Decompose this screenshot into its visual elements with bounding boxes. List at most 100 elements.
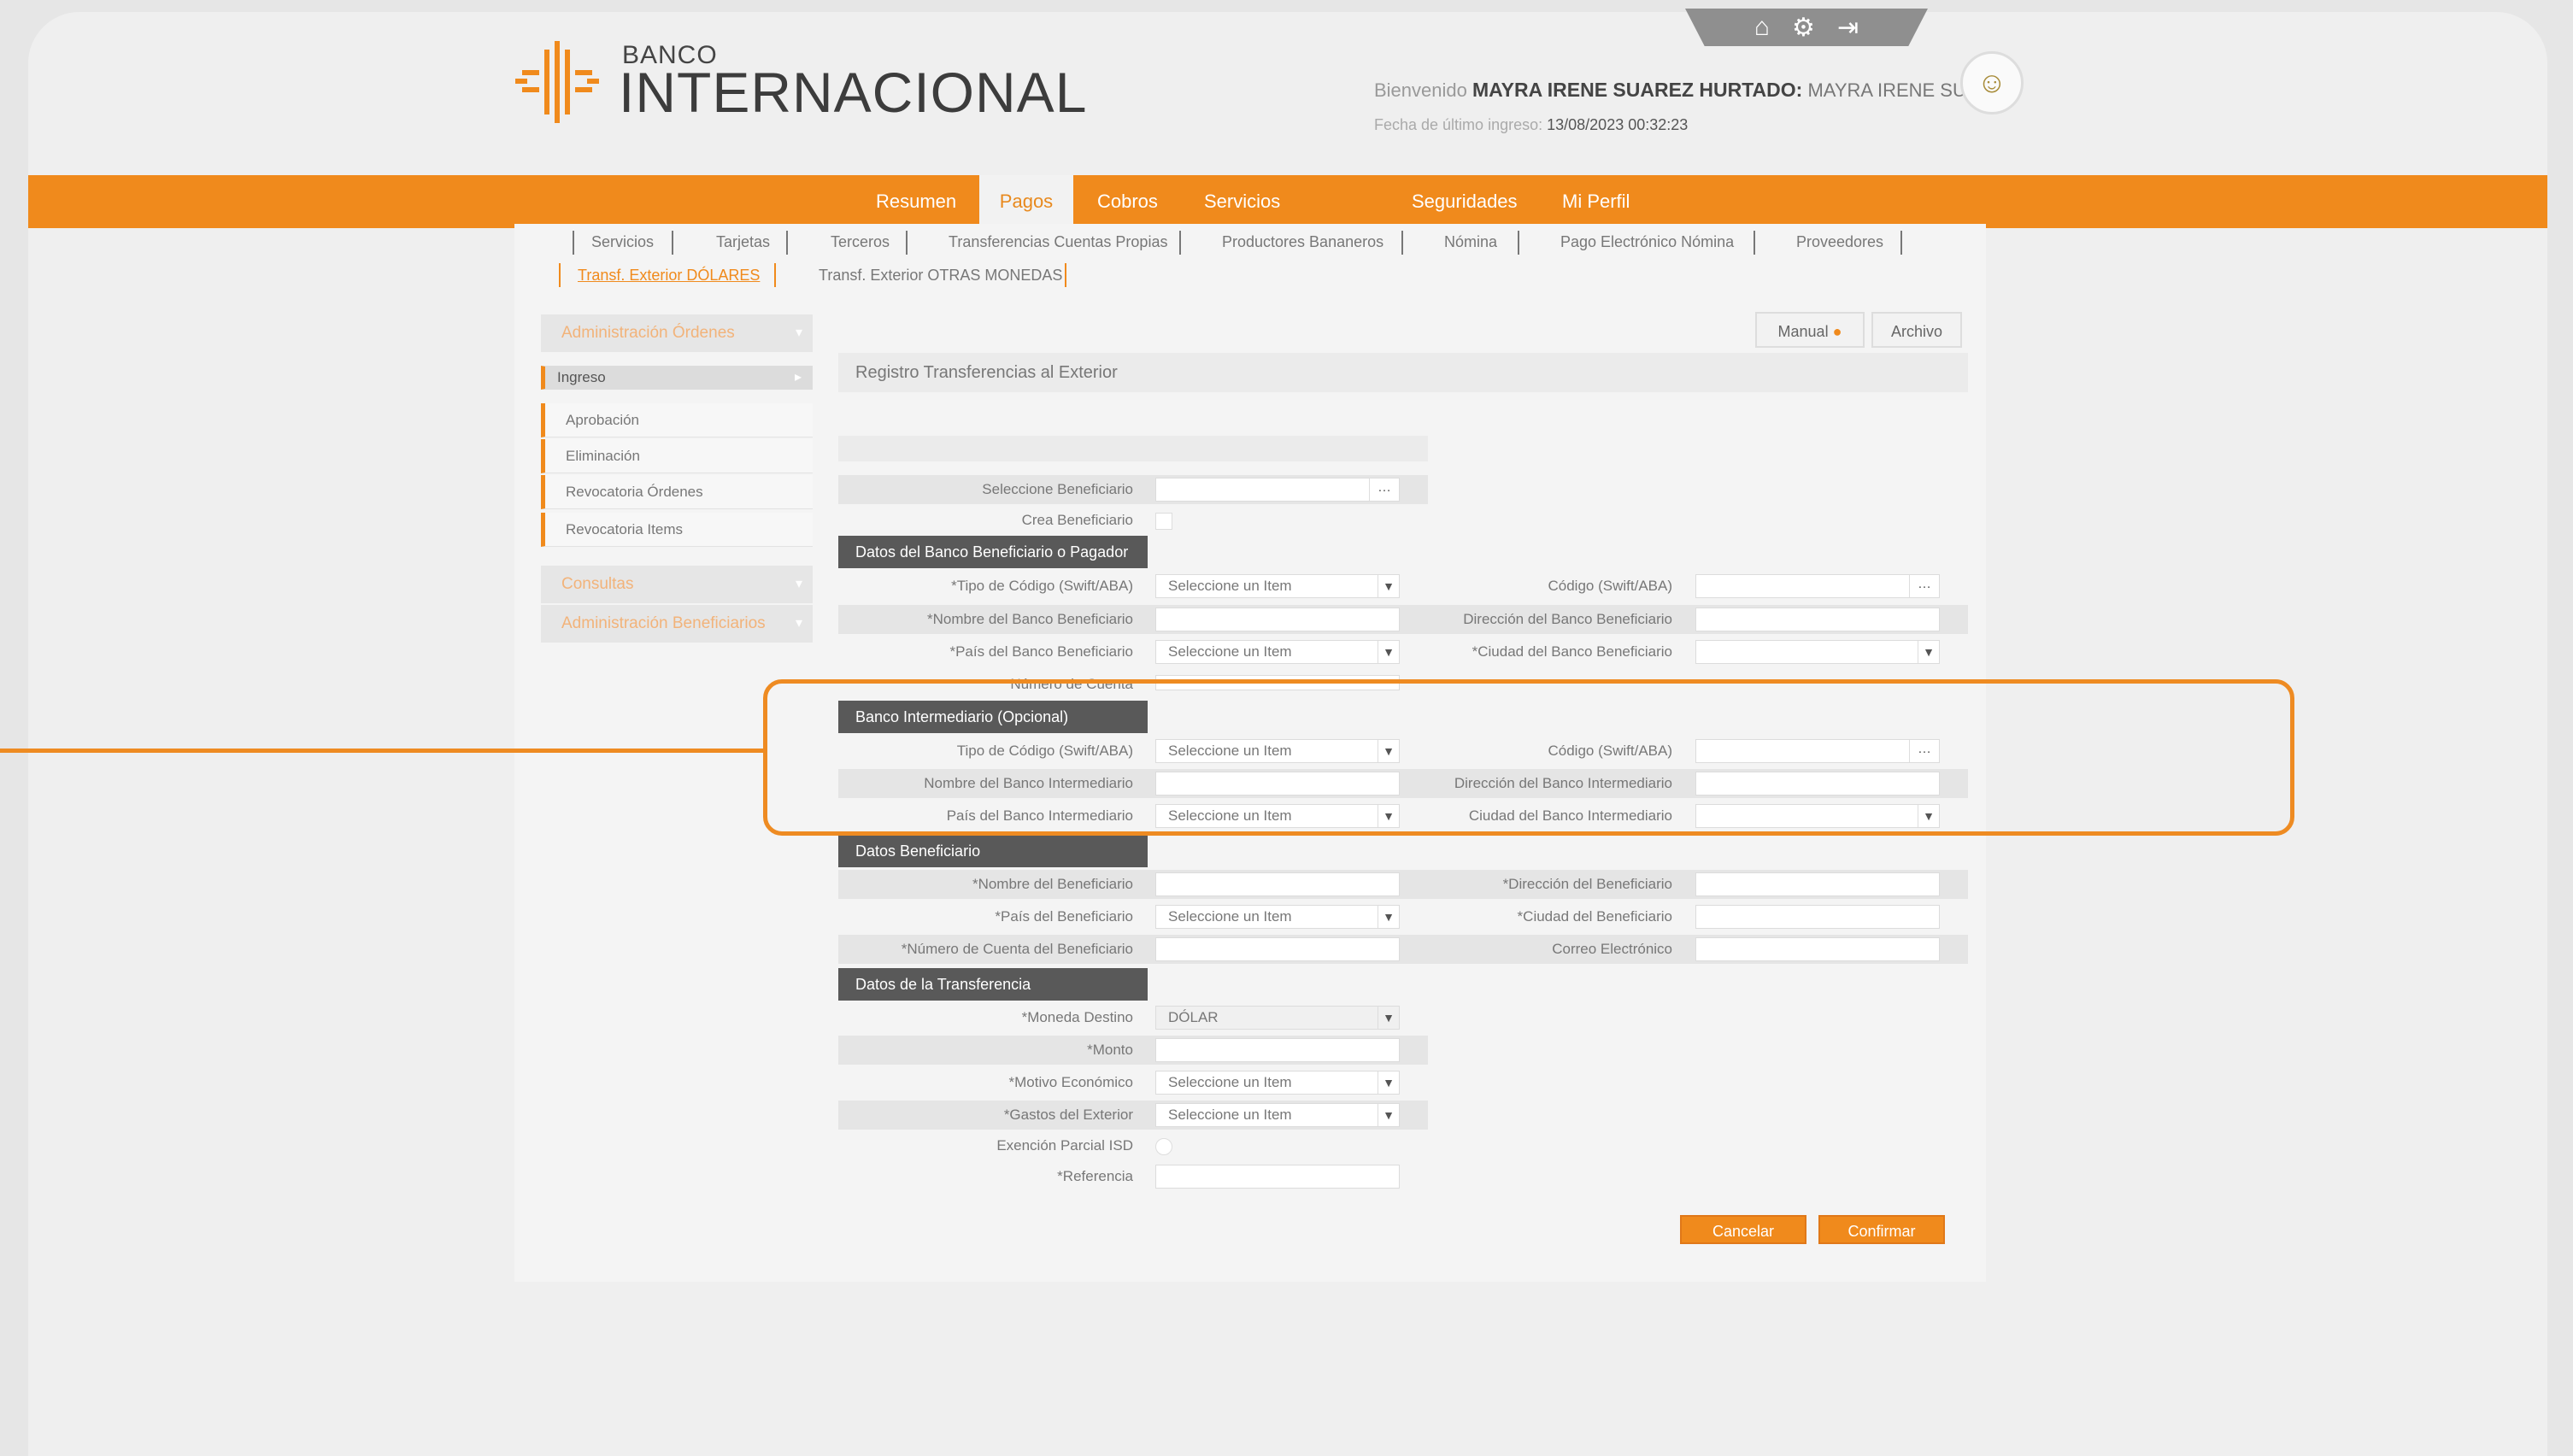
top-icon-bar: ⌂ ⚙ ⇥ [1685, 9, 1928, 46]
beneficiary-email-input[interactable] [1695, 937, 1940, 961]
archivo-button[interactable]: Archivo [1871, 312, 1962, 348]
cancel-button[interactable]: Cancelar [1680, 1215, 1806, 1244]
section-transfer-header: Datos de la Transferencia [838, 968, 1148, 1001]
isd-exemption-label: Exención Parcial ISD [996, 1137, 1133, 1154]
dropdown-arrow-icon: ▼ [1378, 575, 1399, 597]
currency-select[interactable]: DÓLAR ▼ [1155, 1006, 1400, 1030]
beneficiary-search-input[interactable]: … [1155, 478, 1400, 502]
bank-logo-icon [515, 41, 599, 123]
sidebar-item-revocatoria-items[interactable]: Revocatoria Items [541, 513, 813, 547]
dropdown-arrow-icon: ▼ [1378, 906, 1399, 928]
last-login-value: 13/08/2023 00:32:23 [1547, 116, 1689, 133]
sidebar-ingreso[interactable]: Ingreso ▸ [541, 366, 813, 390]
foreign-expenses-value: Seleccione un Item [1168, 1107, 1292, 1123]
bank-country-select[interactable]: Seleccione un Item ▼ [1155, 640, 1400, 664]
dropdown-arrow-icon: ▼ [1918, 641, 1939, 663]
foreign-expenses-label: *Gastos del Exterior [1003, 1107, 1133, 1123]
active-dot-icon: ● [1832, 323, 1842, 340]
chevron-right-icon: ▸ [794, 370, 802, 385]
logout-icon[interactable]: ⇥ [1837, 13, 1859, 43]
beneficiary-account-input[interactable] [1155, 937, 1400, 961]
ellipsis-icon[interactable]: … [1909, 575, 1939, 597]
subtab-exterior-otras[interactable]: Transf. Exterior OTRAS MONEDAS [819, 267, 1062, 285]
bank-country-value: Seleccione un Item [1168, 643, 1292, 660]
amount-input[interactable] [1155, 1038, 1400, 1062]
sidebar-consultas[interactable]: Consultas ▾ [541, 566, 813, 603]
bank-country-label: *País del Banco Beneficiario [949, 643, 1133, 660]
subtab-productores-bananeros[interactable]: Productores Bananeros [1222, 233, 1383, 251]
select-beneficiary-label: Seleccione Beneficiario [982, 481, 1133, 497]
beneficiary-city-input[interactable] [1695, 905, 1940, 929]
sidebar-item-eliminacion[interactable]: Eliminación [541, 439, 813, 473]
subtab-pago-nomina[interactable]: Pago Electrónico Nómina [1560, 233, 1734, 251]
settings-icon[interactable]: ⚙ [1792, 13, 1815, 43]
user-avatar-icon: ☺ [1977, 66, 2007, 99]
sidebar-admin-ordenes-label: Administración Órdenes [561, 324, 735, 342]
reason-select[interactable]: Seleccione un Item ▼ [1155, 1071, 1400, 1095]
sidebar-consultas-label: Consultas [561, 575, 634, 593]
bank-name-input[interactable] [1155, 608, 1400, 631]
nav-mi-perfil[interactable]: Mi Perfil [1562, 175, 1639, 228]
bank-code-type-label: *Tipo de Código (Swift/ABA) [951, 578, 1133, 594]
beneficiary-email-label: Correo Electrónico [1552, 941, 1672, 957]
subtab-tarjetas[interactable]: Tarjetas [716, 233, 770, 251]
bank-code-type-value: Seleccione un Item [1168, 578, 1292, 594]
bank-city-select[interactable]: ▼ [1695, 640, 1940, 664]
chevron-down-icon: ▾ [795, 616, 802, 631]
chevron-down-icon: ▾ [795, 577, 802, 591]
beneficiary-country-label: *País del Beneficiario [995, 908, 1133, 925]
bank-code-type-select[interactable]: Seleccione un Item ▼ [1155, 574, 1400, 598]
dropdown-arrow-icon: ▼ [1378, 1071, 1399, 1094]
sidebar-item-revocatoria-ordenes[interactable]: Revocatoria Órdenes [541, 475, 813, 509]
manual-button[interactable]: Manual ● [1755, 312, 1865, 348]
nav-resumen[interactable]: Resumen [876, 175, 956, 228]
nav-pagos[interactable]: Pagos [979, 175, 1073, 228]
intermediary-highlight-box [763, 679, 2294, 836]
beneficiary-name-input[interactable] [1155, 872, 1400, 896]
home-icon[interactable]: ⌂ [1754, 13, 1770, 42]
bank-address-input[interactable] [1695, 608, 1940, 631]
beneficiary-account-label: *Número de Cuenta del Beneficiario [901, 941, 1133, 957]
bank-code-input[interactable]: … [1695, 574, 1940, 598]
avatar[interactable]: ☺ [1960, 51, 2024, 114]
sidebar-admin-beneficiarios[interactable]: Administración Beneficiarios ▾ [541, 605, 813, 643]
subtab-nomina[interactable]: Nómina [1444, 233, 1497, 251]
reason-value: Seleccione un Item [1168, 1074, 1292, 1090]
beneficiary-country-select[interactable]: Seleccione un Item ▼ [1155, 905, 1400, 929]
brand-name: INTERNACIONAL [619, 61, 1088, 124]
sidebar-admin-ordenes[interactable]: Administración Órdenes ▾ [541, 314, 813, 352]
foreign-expenses-select[interactable]: Seleccione un Item ▼ [1155, 1103, 1400, 1127]
dropdown-arrow-icon: ▼ [1378, 1104, 1399, 1126]
bank-name-label: *Nombre del Banco Beneficiario [927, 611, 1133, 627]
subtab-terceros[interactable]: Terceros [831, 233, 890, 251]
subtab-exterior-dolares[interactable]: Transf. Exterior DÓLARES [578, 267, 760, 285]
last-login: Fecha de último ingreso: 13/08/2023 00:3… [1374, 116, 1688, 134]
manual-label: Manual [1777, 323, 1829, 340]
create-beneficiary-checkbox[interactable] [1155, 513, 1172, 530]
reference-input[interactable] [1155, 1165, 1400, 1189]
form-title: Registro Transferencias al Exterior [838, 353, 1968, 392]
confirm-button[interactable]: Confirmar [1818, 1215, 1945, 1244]
nav-servicios-especiales[interactable]: Servicios Especiales [1204, 175, 1375, 265]
bank-address-label: Dirección del Banco Beneficiario [1463, 611, 1672, 627]
beneficiary-city-label: *Ciudad del Beneficiario [1517, 908, 1672, 925]
reason-label: *Motivo Económico [1008, 1074, 1133, 1090]
chevron-down-icon: ▾ [795, 326, 802, 340]
bank-city-label: *Ciudad del Banco Beneficiario [1472, 643, 1672, 660]
ellipsis-icon[interactable]: … [1369, 478, 1399, 501]
subtab-proveedores[interactable]: Proveedores [1796, 233, 1883, 251]
dropdown-arrow-icon: ▼ [1378, 1007, 1399, 1029]
subtab-cuentas-propias[interactable]: Transferencias Cuentas Propias [949, 233, 1167, 251]
isd-exemption-checkbox[interactable] [1155, 1138, 1172, 1155]
sidebar-item-aprobacion[interactable]: Aprobación [541, 403, 813, 437]
nav-seguridades[interactable]: Seguridades [1412, 175, 1523, 228]
sidebar-ingreso-label: Ingreso [557, 369, 606, 385]
beneficiary-address-input[interactable] [1695, 872, 1940, 896]
bank-code-label: Código (Swift/ABA) [1548, 578, 1673, 594]
nav-cobros[interactable]: Cobros [1097, 175, 1166, 228]
currency-label: *Moneda Destino [1021, 1009, 1133, 1025]
subtab-servicios[interactable]: Servicios [591, 233, 654, 251]
section-beneficiary-header: Datos Beneficiario [838, 835, 1148, 867]
beneficiary-name-label: *Nombre del Beneficiario [972, 876, 1133, 892]
welcome-prefix: Bienvenido [1374, 79, 1467, 101]
